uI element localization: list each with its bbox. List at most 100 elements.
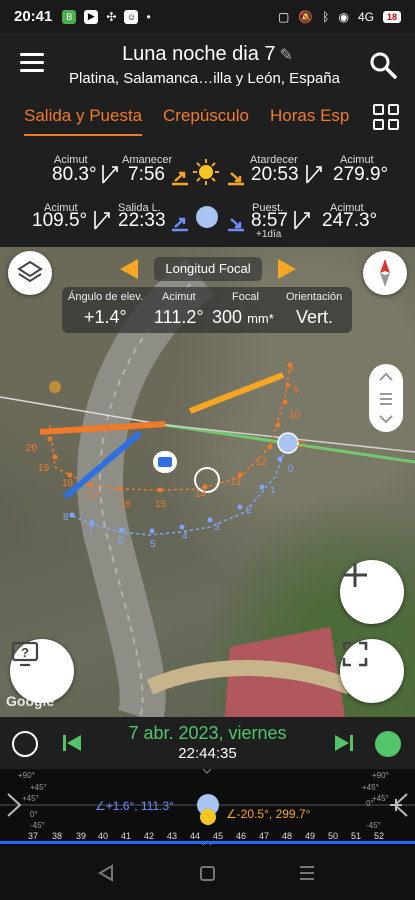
focal-value: 300 <box>212 307 243 327</box>
nav-buttons <box>98 864 314 882</box>
focal-next-arrow-icon[interactable] <box>278 259 296 279</box>
compass-button[interactable] <box>363 251 407 295</box>
sunrise-arrow-icon <box>172 171 188 186</box>
b-app-icon: B <box>62 9 77 24</box>
location-icon: ◉ <box>338 9 349 24</box>
skip-forward-icon[interactable] <box>334 734 354 752</box>
moonrise-arrow-icon <box>172 217 188 232</box>
calendar-icon[interactable] <box>375 731 401 757</box>
recents-icon[interactable] <box>300 866 314 880</box>
camera-marker-icon <box>158 457 172 467</box>
svg-text:1: 1 <box>270 485 276 496</box>
dot-icon: • <box>146 9 151 24</box>
ruler-tick: 41 <box>121 831 132 841</box>
plan-title: Luna noche dia 7 <box>122 43 276 65</box>
reference-line <box>0 396 166 426</box>
tab-salida-puesta[interactable]: Salida y Puesta <box>24 106 143 136</box>
location-subtitle[interactable]: Platina, Salamanca…illa y León, España <box>60 70 349 87</box>
page-title[interactable]: Luna noche dia 7 ✎ <box>60 43 355 66</box>
focal-label: Focal <box>232 291 259 303</box>
tab-bar: Salida y Puesta Crepúsculo Horas Esp <box>0 98 415 140</box>
svg-text:6: 6 <box>118 536 124 547</box>
svg-text:19: 19 <box>38 463 50 474</box>
app-bar: Luna noche dia 7 ✎ Platina, Salamanca…ill… <box>0 33 415 98</box>
bluetooth-icon: ᛒ <box>322 9 330 24</box>
zoom-slider-handle[interactable] <box>369 364 403 432</box>
sun-glow <box>49 381 61 393</box>
azimuth-value: 111.2° <box>154 307 204 327</box>
ruler-tick: 46 <box>236 831 247 841</box>
svg-text:13: 13 <box>230 477 242 488</box>
focal-prev-arrow-icon[interactable] <box>120 259 138 279</box>
status-bar: 20:41 B ▶ ✣ ☺ • ▢ 🔕 ᛒ ◉ 4G 18 <box>0 0 415 33</box>
tab-horas-especiales[interactable]: Horas Esp <box>270 106 350 126</box>
layers-icon <box>17 260 43 283</box>
ruler-tick: 49 <box>305 831 316 841</box>
moonset-azimuth-value: 247.3° <box>322 210 378 231</box>
ruler-tick: 45 <box>213 831 224 841</box>
smile-app-icon: ☺ <box>124 9 139 24</box>
ruler-tick: 48 <box>282 831 293 841</box>
ruler-right-deg: +90° <box>372 771 389 780</box>
back-icon[interactable] <box>98 864 113 882</box>
elevation-ruler[interactable]: +90° +45° +45° 0° -45° +90° +45° +45° 0°… <box>0 769 415 847</box>
svg-text:18: 18 <box>62 478 74 489</box>
skip-back-icon[interactable] <box>62 734 82 752</box>
sun-moon-info-panel[interactable]: Acimut 80.3° Amanecer 7:56 Atardecer 20:… <box>0 140 415 247</box>
sunrise-azimuth-value: 80.3° <box>52 164 97 185</box>
layers-button[interactable] <box>8 251 52 295</box>
ruler-tick: 37 <box>28 831 39 841</box>
notification-icons: B ▶ ✣ ☺ • <box>62 9 151 24</box>
focal-length-selector: Longitud Focal <box>118 257 298 283</box>
sun-icon <box>193 159 219 185</box>
svg-text:0: 0 <box>288 464 294 475</box>
sun-position-readout: ∠-20.5°, 299.7° <box>226 807 311 821</box>
ruler-right-deg: +45° <box>372 794 389 803</box>
pinwheel-icon: ✣ <box>106 9 117 24</box>
ruler-tick: 44 <box>190 831 201 841</box>
ruler-tick: 42 <box>144 831 155 841</box>
svg-text:11: 11 <box>296 439 307 450</box>
moonset-next-day-note: +1día <box>256 229 282 240</box>
satellite-map[interactable]: 8 9 10 11 12 13 14 15 16 17 18 19 20 0 1… <box>0 247 415 717</box>
nfc-icon: ▢ <box>277 9 290 24</box>
edit-pencil-icon[interactable]: ✎ <box>280 47 293 64</box>
camera-params-panel[interactable]: Ángulo de elev. +1.4° Acimut 111.2° Foca… <box>62 287 352 333</box>
compass-needle-icon <box>380 259 390 287</box>
search-icon[interactable] <box>369 51 397 79</box>
status-time: 20:41 <box>14 8 53 25</box>
focal-length-label[interactable]: Longitud Focal <box>154 257 262 281</box>
clock-icon[interactable] <box>12 731 38 757</box>
ruler-tick: 38 <box>52 831 63 841</box>
ruler-left-deg: +45° <box>22 794 39 803</box>
time-label[interactable]: 22:44:35 <box>90 745 325 762</box>
ruler-tick: 47 <box>259 831 270 841</box>
ruler-right-deg: +45° <box>362 783 379 792</box>
ruler-left-deg: +90° <box>18 771 35 780</box>
ruler-left-deg: 0° <box>30 810 38 819</box>
road <box>77 258 215 717</box>
date-label[interactable]: 7 abr. 2023, viernes <box>90 723 325 744</box>
svg-text:16: 16 <box>120 499 132 510</box>
fullscreen-button[interactable] <box>340 639 404 703</box>
azimuth-arrow-icon <box>294 211 310 230</box>
mute-icon: 🔕 <box>298 9 314 24</box>
svg-text:3: 3 <box>214 522 220 533</box>
tab-crepusculo[interactable]: Crepúsculo <box>163 106 249 126</box>
sunrise-bar <box>188 372 285 414</box>
moonrise-time: 22:33 <box>118 210 166 231</box>
date-time-bar: 7 abr. 2023, viernes 22:44:35 <box>0 717 415 769</box>
svg-text:12: 12 <box>256 457 268 468</box>
grid-view-icon[interactable] <box>373 104 399 130</box>
ruler-tick: 50 <box>328 831 339 841</box>
svg-text:17: 17 <box>88 491 100 502</box>
svg-text:?: ? <box>21 645 29 660</box>
menu-icon[interactable] <box>20 53 44 73</box>
ruler-tick: 40 <box>98 831 109 841</box>
svg-text:8: 8 <box>288 364 294 375</box>
azimuth-arrow-icon <box>306 165 322 184</box>
add-button[interactable] <box>340 560 404 624</box>
ruler-tick: 52 <box>374 831 385 841</box>
home-icon[interactable] <box>200 866 215 881</box>
ruler-tick: 39 <box>76 831 87 841</box>
